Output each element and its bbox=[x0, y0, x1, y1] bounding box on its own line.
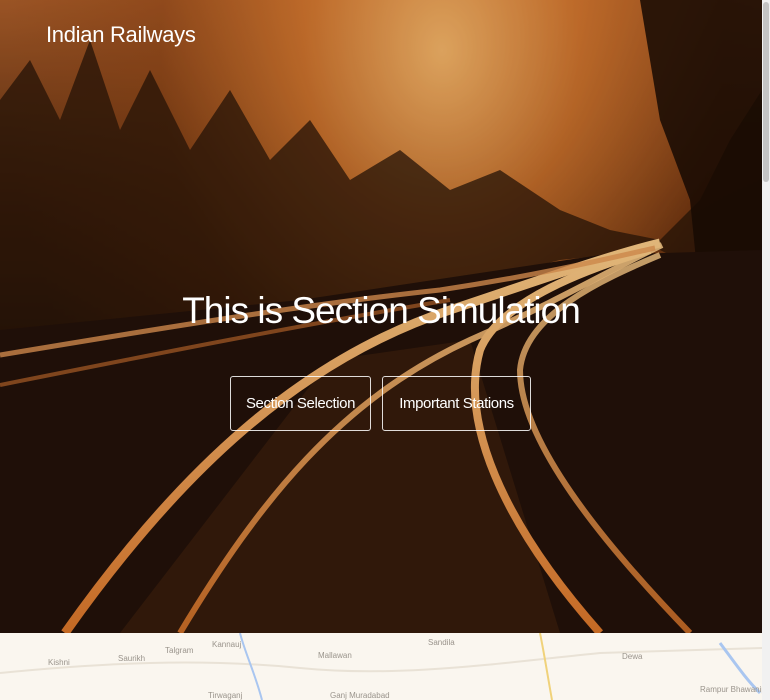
scrollbar-thumb[interactable] bbox=[763, 2, 769, 182]
section-selection-button[interactable]: Section Selection bbox=[230, 376, 371, 431]
map-roads bbox=[0, 633, 762, 700]
brand-title[interactable]: Indian Railways bbox=[46, 22, 196, 48]
map-place-label: Kishni bbox=[48, 658, 70, 667]
hero-headline: This is Section Simulation bbox=[182, 290, 581, 331]
page-scrollbar[interactable] bbox=[762, 0, 770, 700]
map-place-label: Kannauj bbox=[212, 640, 242, 649]
map-place-label: Mallawan bbox=[318, 651, 352, 660]
map-place-label: Ganj Muradabad bbox=[330, 691, 390, 700]
important-stations-button[interactable]: Important Stations bbox=[382, 376, 531, 431]
map-place-label: Rampur Bhawanipur bbox=[700, 685, 762, 694]
map-place-label: Dewa bbox=[622, 652, 643, 661]
map-place-label: Sandila bbox=[428, 638, 455, 647]
map-section[interactable]: Kishni Saurikh Talgram Kannauj Mallawan … bbox=[0, 633, 762, 700]
hero-section: Indian Railways This is Section Simulati… bbox=[0, 0, 762, 633]
map-place-label: Tirwaganj bbox=[208, 691, 243, 700]
map-place-label: Talgram bbox=[165, 646, 194, 655]
map-place-label: Saurikh bbox=[118, 654, 146, 663]
